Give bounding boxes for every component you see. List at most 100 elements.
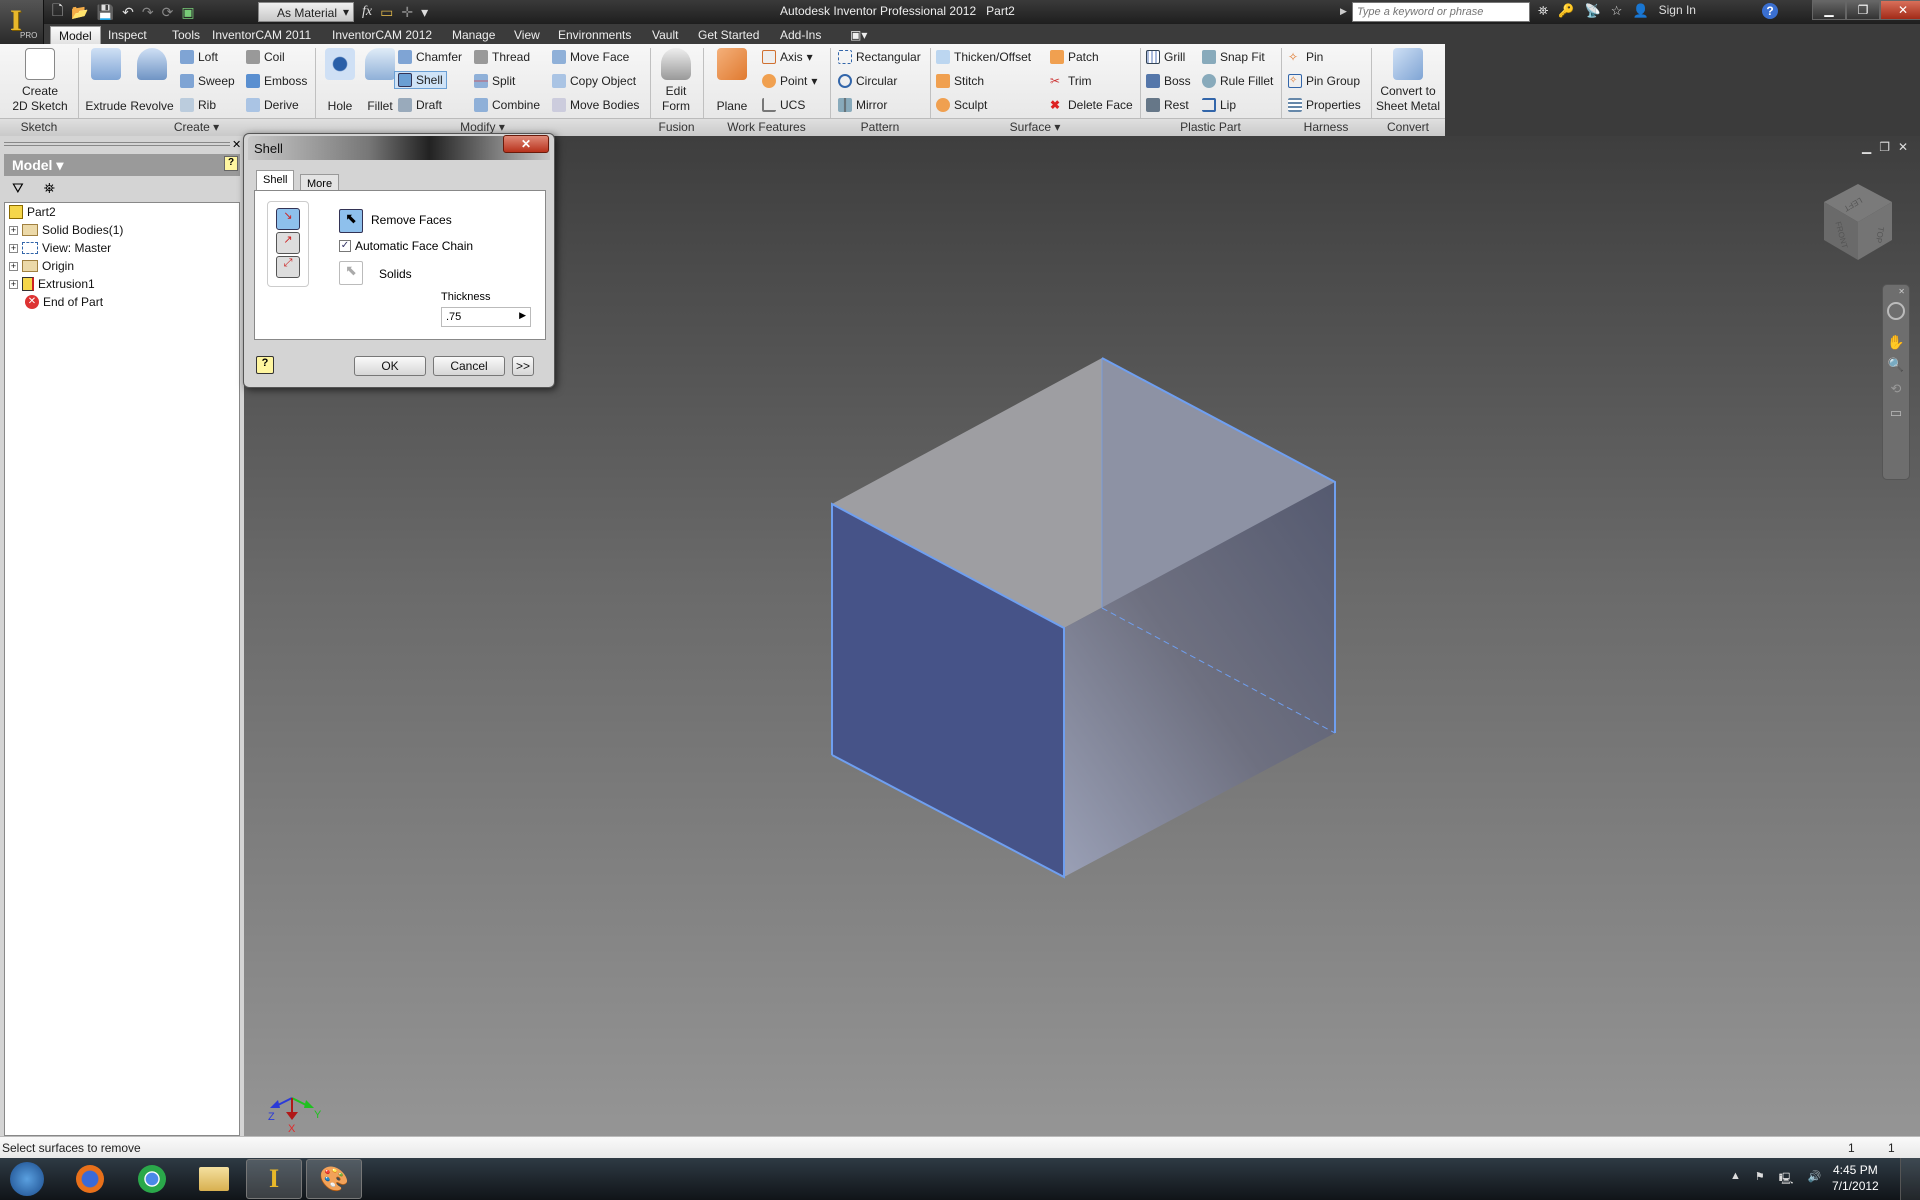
tab-inventorcam-2011[interactable]: InventorCAM 2011 (204, 26, 319, 44)
stitch-button[interactable]: Stitch (936, 74, 984, 88)
thread-button[interactable]: Thread (474, 50, 530, 64)
extrude-button[interactable]: Extrude (84, 48, 128, 114)
viewcube[interactable]: LEFT FRONT TOP (1820, 182, 1896, 262)
undo-icon[interactable]: ↶ (122, 4, 134, 21)
dialog-close-button[interactable]: ✕ (503, 135, 549, 153)
trim-button[interactable]: ✂ Trim (1050, 74, 1092, 88)
dialog-tab-shell[interactable]: Shell (256, 170, 295, 190)
restore-doc-icon[interactable]: ❐ (1879, 140, 1890, 154)
combine-button[interactable]: Combine (474, 98, 540, 112)
pane-grip[interactable] (4, 142, 230, 146)
add-icon[interactable]: ✛ (401, 4, 413, 21)
tab-tools[interactable]: Tools (164, 26, 208, 44)
minimize-button[interactable]: ▁ (1812, 0, 1846, 20)
tab-inspect[interactable]: Inspect (100, 26, 155, 44)
pin-group-button[interactable]: ✧ Pin Group (1288, 74, 1360, 88)
pin-button[interactable]: ✧ Pin (1288, 50, 1323, 64)
lip-button[interactable]: Lip (1202, 98, 1236, 112)
emboss-button[interactable]: Emboss (246, 74, 307, 88)
tab-view[interactable]: View (506, 26, 548, 44)
close-window-button[interactable]: ✕ (1880, 0, 1920, 20)
measure-icon[interactable]: ▭ (380, 4, 393, 21)
open-icon[interactable]: 📂 (71, 4, 88, 21)
automatic-face-chain-checkbox[interactable]: ✓ Automatic Face Chain (339, 239, 473, 253)
expand-icon[interactable]: + (9, 261, 18, 271)
coil-button[interactable]: Coil (246, 50, 285, 64)
clock[interactable]: 4:45 PM 7/1/2012 (1832, 1162, 1879, 1194)
orbit-icon[interactable]: ⟲ (1883, 381, 1909, 397)
split-button[interactable]: Split (474, 74, 515, 88)
tab-inventorcam-2012[interactable]: InventorCAM 2012 (324, 26, 440, 44)
plane-button[interactable]: Plane (710, 48, 754, 114)
help-search-input[interactable] (1352, 2, 1530, 22)
taskbar-paint[interactable]: 🎨 (306, 1159, 362, 1199)
rectangular-pattern-button[interactable]: Rectangular (838, 50, 921, 64)
direction-inside-button[interactable]: ↘ (276, 208, 300, 230)
taskbar-explorer[interactable] (186, 1159, 242, 1199)
find-binoculars-icon[interactable]: ⛯ (44, 180, 55, 198)
hole-button[interactable]: Hole (320, 48, 360, 114)
delete-face-button[interactable]: ✖ Delete Face (1050, 98, 1133, 112)
boss-button[interactable]: Boss (1146, 74, 1191, 88)
patch-button[interactable]: Patch (1050, 50, 1099, 64)
grill-button[interactable]: Grill (1146, 50, 1185, 64)
tree-node-origin[interactable]: + Origin (9, 259, 74, 273)
tab-vault[interactable]: Vault (644, 26, 686, 44)
derive-button[interactable]: Derive (246, 98, 299, 112)
revolve-button[interactable]: Revolve (130, 48, 174, 114)
thickness-menu-arrow-icon[interactable]: ▶ (519, 310, 526, 321)
loft-button[interactable]: Loft (180, 50, 218, 64)
close-doc-icon[interactable]: ✕ (1898, 140, 1908, 154)
edit-form-button[interactable]: Edit Form (656, 48, 696, 114)
taskbar-inventor[interactable]: I (246, 1159, 302, 1199)
key-icon[interactable]: 🔑 (1558, 3, 1574, 19)
user-icon[interactable]: 👤 (1632, 3, 1648, 19)
remove-faces-select-button[interactable]: ⬉ (339, 209, 363, 233)
binoculars-icon[interactable]: ⛯ (1538, 3, 1548, 19)
show-desktop-button[interactable] (1900, 1158, 1920, 1200)
mirror-button[interactable]: Mirror (838, 98, 887, 112)
sign-in-link[interactable]: Sign In (1659, 3, 1696, 19)
shell-button[interactable]: Shell (394, 71, 447, 89)
tab-environments[interactable]: Environments (550, 26, 639, 44)
expand-search-icon[interactable]: ▶ (1340, 6, 1347, 17)
axis-button[interactable]: Axis ▾ (762, 50, 813, 64)
tab-add-ins[interactable]: Add-Ins (772, 26, 829, 44)
chamfer-button[interactable]: Chamfer (398, 50, 462, 64)
new-file-icon[interactable]: 🗋 (52, 0, 63, 24)
copy-object-button[interactable]: Copy Object (552, 74, 636, 88)
properties-button[interactable]: Properties (1288, 98, 1361, 112)
solids-select-button[interactable]: ⬉ (339, 261, 363, 285)
save-icon[interactable]: 💾 (97, 4, 114, 21)
volume-icon[interactable]: 🔊 (1807, 1170, 1821, 1189)
restore-button[interactable]: ❐ (1846, 0, 1880, 20)
convert-to-sheet-metal-button[interactable]: Convert to Sheet Metal (1374, 48, 1442, 114)
tree-node-solid-bodies[interactable]: + Solid Bodies(1) (9, 223, 123, 237)
thicken-offset-button[interactable]: Thicken/Offset (936, 50, 1031, 64)
redo-icon[interactable]: ↷ (142, 4, 154, 21)
taskbar-firefox[interactable] (62, 1159, 118, 1199)
ok-button[interactable]: OK (354, 356, 426, 376)
ribbon-options-icon[interactable]: ▣▾ (842, 26, 875, 44)
snap-fit-button[interactable]: Snap Fit (1202, 50, 1265, 64)
browser-header[interactable]: Model ▾ (4, 154, 240, 176)
material-dropdown[interactable]: As Material ▾ (258, 2, 354, 22)
sweep-button[interactable]: Sweep (180, 74, 235, 88)
tree-node-part2[interactable]: Part2 (9, 205, 56, 219)
cancel-button[interactable]: Cancel (433, 356, 505, 376)
help-icon[interactable]: ? (1762, 3, 1778, 19)
expand-icon[interactable]: + (9, 279, 18, 289)
sculpt-button[interactable]: Sculpt (936, 98, 987, 112)
subscription-icon[interactable]: 📡 (1585, 3, 1601, 19)
draft-button[interactable]: Draft (398, 98, 442, 112)
expand-icon[interactable]: + (9, 243, 18, 253)
parameters-fx-icon[interactable]: fx (362, 4, 372, 20)
direction-outside-button[interactable]: ↗ (276, 232, 300, 254)
show-hidden-icons-icon[interactable]: ▲ (1730, 1170, 1741, 1189)
pan-hand-icon[interactable]: ✋ (1883, 334, 1909, 351)
rest-button[interactable]: Rest (1146, 98, 1189, 112)
more-options-button[interactable]: >> (512, 356, 534, 376)
tree-node-view-master[interactable]: + View: Master (9, 241, 111, 255)
application-menu-button[interactable]: I PRO (0, 0, 44, 44)
tab-manage[interactable]: Manage (444, 26, 503, 44)
